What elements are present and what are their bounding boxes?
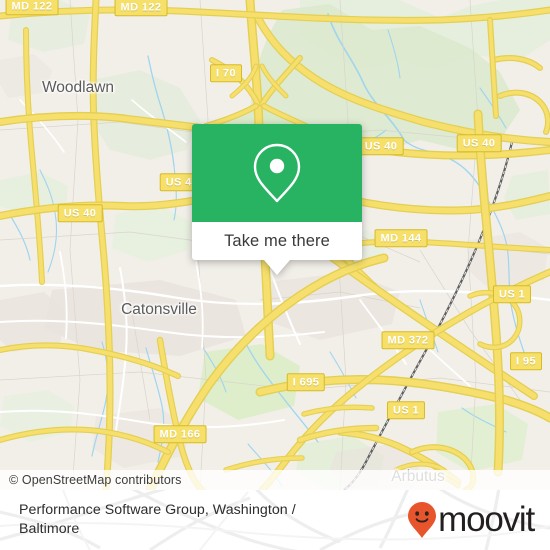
callout-header bbox=[192, 124, 362, 222]
moovit-wordmark: moovit bbox=[438, 500, 535, 539]
location-title: Performance Software Group, Washington /… bbox=[19, 502, 296, 537]
attribution-text[interactable]: © OpenStreetMap contributors bbox=[0, 473, 182, 487]
location-callout-card[interactable]: Take me there bbox=[192, 124, 362, 275]
callout-pointer-tail bbox=[264, 260, 290, 275]
take-me-there-label: Take me there bbox=[224, 231, 330, 250]
moovit-smiley-pin-icon bbox=[407, 501, 437, 539]
footer-content: Performance Software Group, Washington /… bbox=[0, 490, 550, 550]
moovit-logo[interactable]: moovit bbox=[407, 500, 542, 540]
map-pin-icon bbox=[251, 142, 303, 204]
footer-bar: Performance Software Group, Washington /… bbox=[0, 490, 550, 550]
map-screenshot-page: .hw { stroke:#f6df6c; fill:none; stroke-… bbox=[0, 0, 550, 550]
map-attribution-bar: © OpenStreetMap contributors bbox=[0, 470, 550, 490]
callout-action-bar[interactable]: Take me there bbox=[192, 222, 362, 260]
